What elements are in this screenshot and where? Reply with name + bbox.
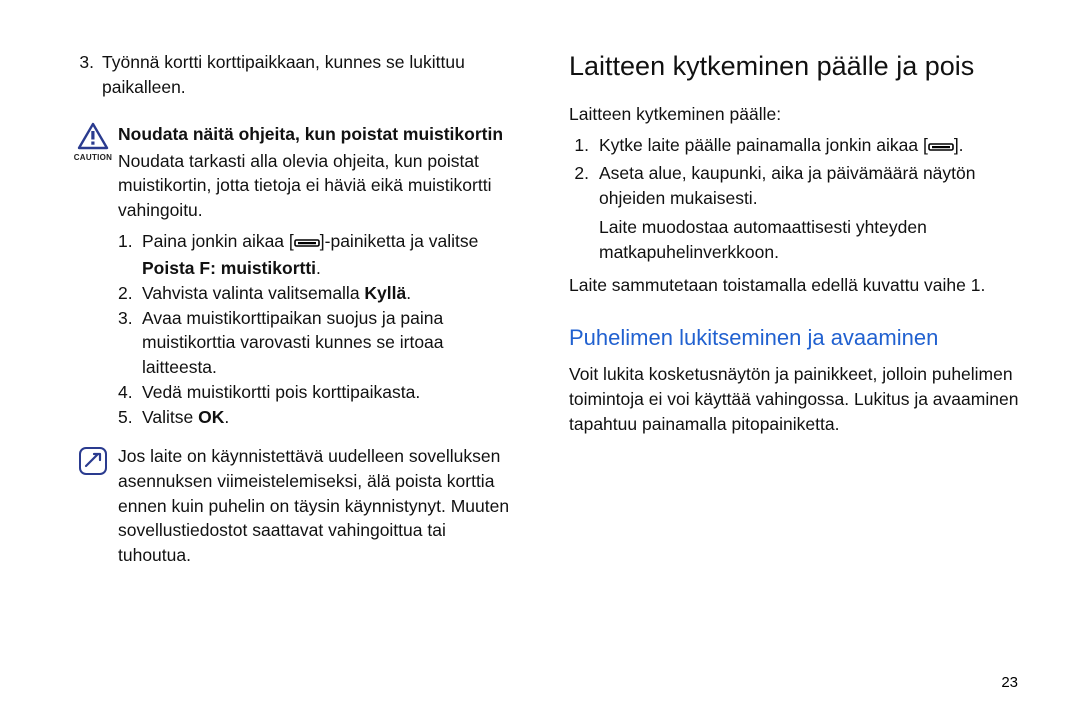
intro-text: Laitteen kytkeminen päälle: [569, 102, 1022, 127]
page-number: 23 [1001, 674, 1018, 691]
list-item: 5. Valitse OK. [118, 405, 521, 430]
section-heading: Laitteen kytkeminen päälle ja pois [569, 50, 1022, 84]
caution-icon: CAUTION [68, 122, 118, 430]
caution-intro: Noudata tarkasti alla olevia ohjeita, ku… [118, 149, 521, 224]
left-column: 3. Työnnä kortti korttipaikkaan, kunnes … [68, 50, 521, 568]
list-item: 3. Avaa muistikorttipaikan suojus ja pai… [118, 306, 521, 381]
right-column: Laitteen kytkeminen päälle ja pois Laitt… [569, 50, 1022, 568]
caution-title: Noudata näitä ohjeita, kun poistat muist… [118, 122, 521, 147]
list-number: 5. [118, 405, 142, 430]
list-text: Aseta alue, kaupunki, aika ja päivämäärä… [599, 161, 1022, 211]
list-number: 3. [118, 306, 142, 381]
list-item: 2. Vahvista valinta valitsemalla Kyllä. [118, 281, 521, 306]
list-number: 3. [68, 50, 102, 100]
power-button-glyph [928, 135, 954, 160]
list-text: Paina jonkin aikaa []-painiketta ja vali… [142, 229, 521, 281]
paragraph: Laite sammutetaan toistamalla edellä kuv… [569, 273, 1022, 298]
list-number: 2. [118, 281, 142, 306]
note-icon [68, 444, 118, 568]
power-button-glyph [294, 231, 320, 256]
note-text: Jos laite on käynnistettävä uudelleen so… [118, 444, 521, 568]
paragraph: Voit lukita kosketusnäytön ja painikkeet… [569, 362, 1022, 437]
subsection-heading: Puhelimen lukitseminen ja avaaminen [569, 324, 1022, 352]
list-text: Kytke laite päälle painamalla jonkin aik… [599, 133, 1022, 160]
list-text: Avaa muistikorttipaikan suojus ja paina … [142, 306, 521, 381]
list-item: 1. Paina jonkin aikaa []-painiketta ja v… [118, 229, 521, 281]
list-subtext: Laite muodostaa automaattisesti yhteyden… [599, 215, 1022, 265]
list-number: 2. [569, 161, 599, 211]
page-columns: 3. Työnnä kortti korttipaikkaan, kunnes … [68, 50, 1022, 568]
list-item: 2. Aseta alue, kaupunki, aika ja päivämä… [569, 161, 1022, 211]
caution-block: CAUTION Noudata näitä ohjeita, kun poist… [68, 122, 521, 430]
list-number: 4. [118, 380, 142, 405]
list-number: 1. [569, 133, 599, 160]
list-item: 3. Työnnä kortti korttipaikkaan, kunnes … [68, 50, 521, 100]
list-text: Vahvista valinta valitsemalla Kyllä. [142, 281, 521, 306]
note-block: Jos laite on käynnistettävä uudelleen so… [68, 444, 521, 568]
caution-content: Noudata näitä ohjeita, kun poistat muist… [118, 122, 521, 430]
list-item: 1. Kytke laite päälle painamalla jonkin … [569, 133, 1022, 160]
list-text: Vedä muistikortti pois korttipaikasta. [142, 380, 521, 405]
list-text: Valitse OK. [142, 405, 521, 430]
list-number: 1. [118, 229, 142, 281]
list-item: 4. Vedä muistikortti pois korttipaikasta… [118, 380, 521, 405]
list-text: Työnnä kortti korttipaikkaan, kunnes se … [102, 50, 521, 100]
caution-label: CAUTION [68, 152, 118, 163]
